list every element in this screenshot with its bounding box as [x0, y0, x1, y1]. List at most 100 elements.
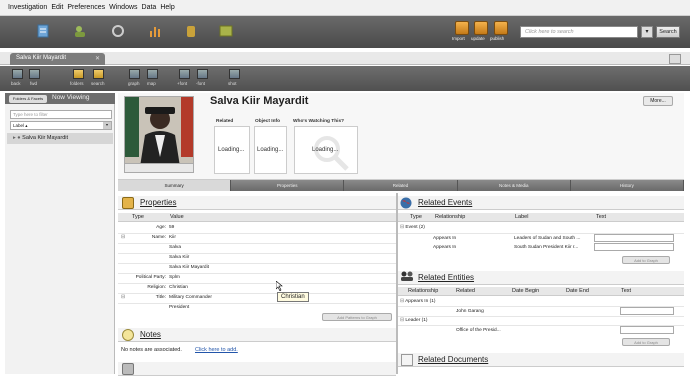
menu-investigation[interactable]: Investigation — [8, 4, 47, 11]
entity-group-label: Appears In (1) — [405, 299, 436, 304]
entities-column-header: Relationship Related Date Begin Date End… — [398, 287, 684, 296]
prop-value[interactable]: Military Commander — [169, 295, 212, 300]
entity-text-field[interactable] — [620, 326, 674, 334]
entity-text-field[interactable] — [620, 307, 674, 315]
col-date-end[interactable]: Date End — [566, 288, 589, 294]
label-select-value: Label — [13, 123, 25, 128]
entity-group[interactable]: ⊟ Leader (1) — [400, 318, 428, 323]
menu-windows[interactable]: Windows — [109, 4, 137, 11]
prop-value[interactable]: Salva Kiir Mayardit — [169, 265, 209, 270]
related-entities-title[interactable]: Related Entities — [418, 273, 474, 282]
prop-value[interactable]: President — [169, 305, 189, 310]
prop-value[interactable]: 59 — [169, 225, 174, 230]
tab-history[interactable]: History — [571, 180, 685, 191]
menu-data[interactable]: Data — [142, 4, 157, 11]
object-info-label: Object Info — [255, 119, 281, 124]
row-divider — [118, 303, 396, 304]
filter-input[interactable]: Type here to filter — [10, 110, 112, 119]
tab-notes-media[interactable]: Notes & Media — [458, 180, 571, 191]
screenshot-icon[interactable] — [229, 69, 240, 79]
col-value[interactable]: Value — [170, 214, 184, 220]
add-events-to-graph-button[interactable]: Add to Graph — [622, 256, 670, 264]
decrease-font-icon[interactable] — [197, 69, 208, 79]
add-entities-to-graph-button[interactable]: Add to Graph — [622, 338, 670, 346]
properties-title[interactable]: Properties — [140, 198, 176, 207]
prop-value[interactable]: Christian — [169, 285, 188, 290]
col-text[interactable]: Text — [621, 288, 631, 294]
row-divider — [118, 293, 396, 294]
document-icon — [401, 354, 413, 366]
increase-font-label: +font — [177, 81, 188, 86]
prop-value[interactable]: Kiir — [169, 235, 176, 240]
event-label[interactable]: Leaders of Sudan and South ... — [514, 236, 580, 241]
globe-icon — [400, 197, 412, 209]
col-related[interactable]: Related — [456, 288, 475, 294]
tree-item[interactable]: ▸ ● Salva Kiir Mayardit — [7, 133, 113, 144]
network-icon[interactable] — [110, 23, 126, 39]
close-icon[interactable]: ✕ — [95, 55, 100, 62]
documents-icon[interactable] — [35, 23, 51, 39]
add-patterns-button[interactable]: Add Patterns to Graph — [322, 313, 392, 321]
col-label[interactable]: Label — [515, 214, 528, 220]
update-icon[interactable] — [474, 21, 488, 35]
col-text[interactable]: Text — [596, 214, 606, 220]
folders-facets-button[interactable]: Folders & Facets — [9, 95, 47, 103]
search-input[interactable]: Click here to search — [520, 26, 638, 38]
col-relationship[interactable]: Relationship — [408, 288, 438, 294]
people-icon[interactable] — [73, 23, 89, 39]
chart-icon[interactable] — [147, 23, 163, 39]
tab-properties[interactable]: Properties — [231, 180, 345, 191]
tab-related[interactable]: Related — [344, 180, 458, 191]
chevron-down-icon[interactable]: ▾ — [103, 122, 111, 129]
entity-group-label: Leader (1) — [405, 318, 428, 323]
image-icon[interactable] — [218, 23, 234, 39]
label-select[interactable]: Label ▴ ▾ — [10, 121, 112, 130]
event-text-field[interactable] — [594, 234, 674, 242]
more-button[interactable]: More... — [643, 96, 673, 106]
increase-font-icon[interactable] — [179, 69, 190, 79]
event-relationship: Appears In — [433, 245, 457, 250]
search-button[interactable]: Search — [656, 26, 680, 38]
search-dropdown[interactable]: ▾ — [641, 26, 653, 38]
prop-value[interactable]: Splm — [169, 275, 180, 280]
related-card-label: Related — [216, 119, 234, 124]
tree-expand-icon[interactable]: ▸ ● — [13, 135, 21, 141]
related-entity[interactable]: Office of the Presid... — [456, 328, 501, 333]
event-group[interactable]: ⊟ Event (2) — [400, 225, 425, 230]
col-type[interactable]: Type — [132, 214, 144, 220]
add-note-link[interactable]: Click here to add. — [195, 347, 238, 353]
publish-icon[interactable] — [494, 21, 508, 35]
tab-summary[interactable]: Summary — [118, 180, 232, 191]
map-icon[interactable] — [147, 69, 158, 79]
menu-help[interactable]: Help — [160, 4, 174, 11]
prop-value[interactable]: Salva — [169, 245, 181, 250]
database-icon[interactable] — [183, 23, 199, 39]
menu-edit[interactable]: Edit — [51, 4, 63, 11]
row-divider — [118, 263, 396, 264]
event-text-field[interactable] — [594, 243, 674, 251]
entity-group[interactable]: ⊟ Appears In (1) — [400, 299, 436, 304]
related-entity[interactable]: John Garang — [456, 309, 484, 314]
now-viewing-tab[interactable]: Now Viewing — [52, 94, 89, 101]
notes-title[interactable]: Notes — [140, 330, 161, 339]
related-documents-title[interactable]: Related Documents — [418, 355, 488, 364]
document-tab[interactable]: Salva Kiir Mayardit ✕ — [10, 53, 105, 65]
search-icon[interactable] — [93, 69, 104, 79]
col-type[interactable]: Type — [410, 214, 422, 220]
update-label: update — [471, 36, 485, 41]
properties-icon — [122, 197, 134, 209]
related-events-title[interactable]: Related Events — [418, 198, 472, 207]
import-icon[interactable] — [455, 21, 469, 35]
col-relationship[interactable]: Relationship — [435, 214, 465, 220]
object-info-loading: Loading... — [257, 147, 284, 153]
folders-icon[interactable] — [73, 69, 84, 79]
col-date-begin[interactable]: Date Begin — [512, 288, 539, 294]
graph-icon[interactable] — [129, 69, 140, 79]
event-label[interactable]: South Sudan President Kiir r... — [514, 245, 578, 250]
forward-icon[interactable] — [29, 69, 40, 79]
entity-tabs: Summary Properties Related Notes & Media… — [118, 180, 685, 191]
menu-preferences[interactable]: Preferences — [67, 4, 105, 11]
window-button[interactable] — [669, 54, 681, 64]
prop-value[interactable]: Salva Kiir — [169, 255, 189, 260]
back-icon[interactable] — [12, 69, 23, 79]
